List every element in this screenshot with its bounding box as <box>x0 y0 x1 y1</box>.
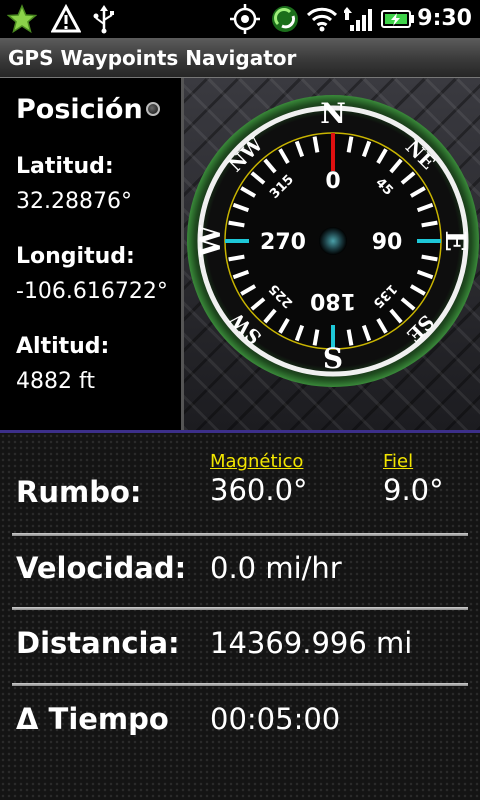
cardinal-s: S <box>323 342 343 375</box>
gps-status-indicator <box>146 102 160 116</box>
clock: 9:30 <box>417 6 472 31</box>
longitude-label: Longitud: <box>16 244 135 269</box>
delta-time-value: 00:05:00 <box>210 702 341 736</box>
battery-icon <box>380 4 416 34</box>
cardinal-w: W <box>194 225 227 258</box>
status-bar: 9:30 <box>0 0 480 38</box>
compass-tick <box>312 136 320 153</box>
compass-tick <box>346 329 354 346</box>
navigation-data-panel: Magnético Fiel Rumbo: 360.0° 9.0° Veloci… <box>0 433 480 800</box>
row-separator <box>12 533 468 536</box>
speed-label: Velocidad: <box>16 551 187 585</box>
position-panel: Posición Latitud: 32.28876° Longitud: -1… <box>0 78 183 430</box>
heading-magnetic-value: 360.0° <box>210 473 308 507</box>
row-separator <box>12 683 468 686</box>
cardinal-n: N <box>320 97 346 130</box>
altitude-label: Altitud: <box>16 334 110 359</box>
degree-180: 180 <box>310 288 356 313</box>
position-header: Posición <box>16 94 143 125</box>
degree-90: 90 <box>372 230 403 255</box>
altitude-value: 4882 ft <box>16 369 95 394</box>
usb-icon <box>90 4 118 34</box>
title-bar: GPS Waypoints Navigator <box>0 38 480 78</box>
distance-label: Distancia: <box>16 626 180 660</box>
compass-tick <box>312 329 320 346</box>
app-title: GPS Waypoints Navigator <box>8 46 297 70</box>
signal-icon <box>344 4 374 34</box>
wifi-icon <box>306 4 338 34</box>
compass: N E S W NE SE SW NW 0 45 90 135 180 225 … <box>187 95 479 387</box>
heading-label: Rumbo: <box>16 475 142 509</box>
compass-panel: N E S W NE SE SW NW 0 45 90 135 180 225 … <box>181 78 480 430</box>
sync-icon <box>270 4 300 34</box>
latitude-label: Latitud: <box>16 154 114 179</box>
compass-tick <box>421 220 438 228</box>
gps-icon <box>228 4 262 34</box>
cardinal-e: E <box>439 230 472 251</box>
compass-tick <box>228 254 245 262</box>
degree-270: 270 <box>260 230 306 255</box>
compass-tick <box>228 220 245 228</box>
distance-value: 14369.996 mi <box>210 626 413 660</box>
compass-tick <box>346 136 354 153</box>
true-column-header: Fiel <box>383 451 414 472</box>
longitude-value: -106.616722° <box>16 279 168 304</box>
compass-hub <box>319 227 347 255</box>
latitude-value: 32.28876° <box>16 189 132 214</box>
degree-0: 0 <box>325 169 340 194</box>
magnetic-column-header: Magnético <box>210 451 304 472</box>
star-icon <box>6 4 38 34</box>
row-separator <box>12 607 468 610</box>
compass-tick <box>421 254 438 262</box>
speed-value: 0.0 mi/hr <box>210 551 342 585</box>
warning-icon <box>50 4 82 34</box>
delta-time-label: Δ Tiempo <box>16 702 169 736</box>
heading-true-value: 9.0° <box>383 473 444 507</box>
